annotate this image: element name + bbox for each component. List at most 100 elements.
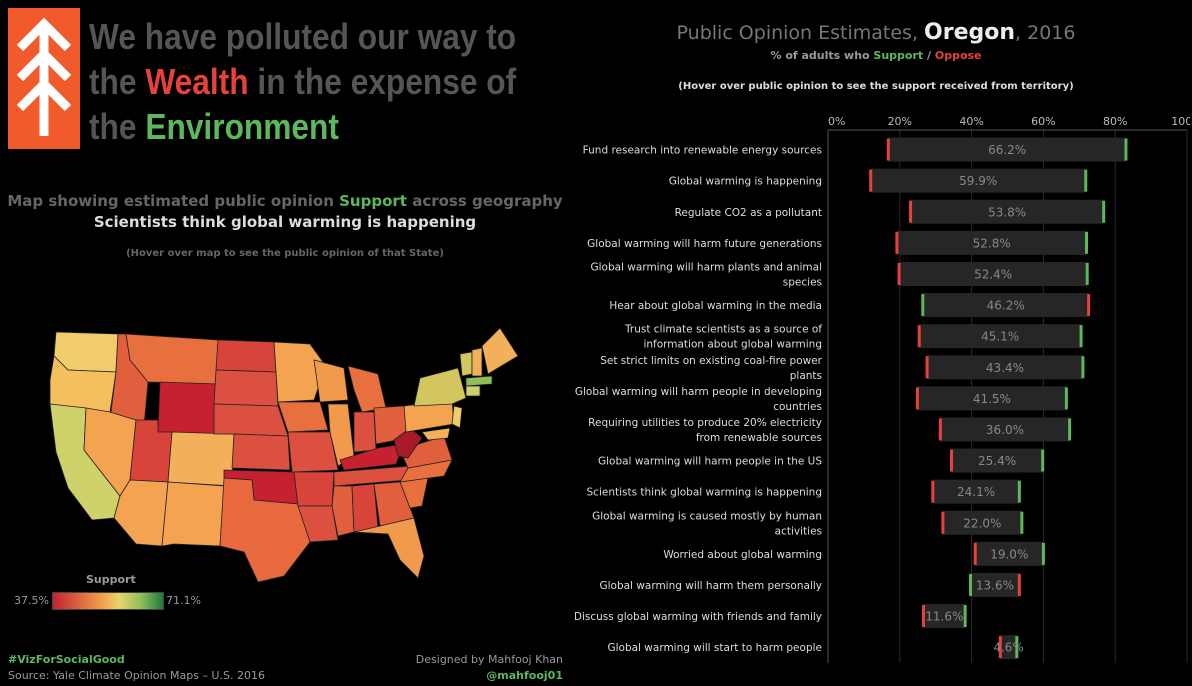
tree-logo-icon [8,8,80,149]
map-state-wyoming[interactable] [157,381,217,435]
chart-subtitle-text: % of adults who [770,49,874,62]
support-marker[interactable] [1079,325,1083,348]
map-state-arkansas[interactable] [293,471,335,507]
support-marker[interactable] [1064,387,1068,410]
gap-value-label: 41.5% [973,392,1011,406]
headline-line-3: the Environment [89,104,516,149]
map-state-missouri[interactable] [287,431,339,473]
map-state-new-jersey[interactable] [451,405,463,429]
support-marker[interactable] [1102,200,1106,223]
map-hover-note: (Hover over map to see the public opinio… [126,248,444,259]
map-state-maine[interactable] [481,327,519,375]
row-label: Worried about global warming [663,549,822,561]
chart-subtitle-oppose: Oppose [934,49,982,62]
gap-value-label: 19.0% [990,547,1028,561]
legend-max: 71.1% [166,594,201,607]
map-state-new-hampshire[interactable] [471,347,483,377]
headline-environment: Environment [145,106,339,147]
row-label: from renewable sources [696,432,822,444]
row-label: plants [790,370,822,382]
support-marker[interactable] [1084,231,1088,254]
support-marker[interactable] [1020,511,1024,534]
opinion-bar-chart[interactable]: 0% 20% 40% 60% 80% 100% 66.2% Fund research int… [575,106,1190,668]
chart-subtitle-support: Support [873,49,924,62]
oppose-marker[interactable] [973,542,977,565]
map-state-connecticut[interactable] [465,385,481,397]
designer-handle[interactable]: @mahfooj01 [380,669,563,682]
row-label: Trust climate scientists as a source of [624,324,822,336]
oppose-marker[interactable] [897,262,901,285]
map-state-vermont[interactable] [459,351,473,377]
map-state-kansas[interactable] [231,433,291,471]
map-state-michigan[interactable] [347,365,387,413]
row-label: Global warming will harm plants and anim… [590,261,822,273]
map-state-alabama[interactable] [351,483,379,533]
oppose-marker[interactable] [925,356,929,379]
oppose-marker[interactable] [915,387,919,410]
x-tick-label: 20% [888,115,912,128]
row-label: Global warming will harm them personally [599,580,822,592]
support-marker[interactable] [1085,262,1089,285]
headline-wealth: Wealth [145,61,249,102]
gap-value-label: 59.9% [959,174,997,188]
support-marker[interactable] [969,573,973,596]
x-tick-label: 40% [959,115,983,128]
us-choropleth-map[interactable] [48,320,528,590]
map-state-new-mexico[interactable] [161,481,225,547]
oppose-marker[interactable] [869,169,873,192]
map-state-indiana[interactable] [353,411,377,453]
map-state-nebraska[interactable] [213,403,289,437]
oppose-marker[interactable] [949,449,953,472]
gap-value-label: 24.1% [957,485,995,499]
oppose-marker[interactable] [886,138,890,161]
legend-color-ramp [52,592,164,610]
chart-title-text: , 2016 [1015,22,1076,44]
oppose-marker[interactable] [938,418,942,441]
row-label: information about global warming [643,339,822,351]
gap-value-label: 46.2% [987,299,1025,313]
row-label: species [783,276,822,288]
chart-hover-note: (Hover over public opinion to see the su… [678,81,1074,92]
gap-value-label: 53.8% [988,205,1026,219]
map-question: Scientists think global warming is happe… [93,213,477,231]
gap-value-label: 43.4% [986,361,1024,375]
oppose-marker[interactable] [931,480,935,503]
support-marker[interactable] [1017,480,1021,503]
hashtag: #VizForSocialGood [8,653,125,666]
map-state-south-dakota[interactable] [213,369,279,407]
support-marker[interactable] [1041,449,1045,472]
support-marker[interactable] [963,605,967,628]
map-state-north-dakota[interactable] [215,339,277,373]
support-marker[interactable] [1081,356,1085,379]
gap-value-label: 22.0% [963,516,1001,530]
row-label: Requiring utilities to produce 20% elect… [588,417,822,429]
oppose-marker[interactable] [1087,294,1091,317]
row-label: Set strict limits on existing coal-fire … [600,355,822,367]
oppose-marker[interactable] [895,231,899,254]
row-label: Regulate CO2 as a pollutant [675,207,822,219]
row-label: countries [773,401,822,413]
chart-subtitle: % of adults who Support / Oppose [600,49,1152,62]
headline: We have polluted our way to the Wealth i… [89,14,516,149]
map-state-new-york[interactable] [413,367,467,407]
support-marker[interactable] [1068,418,1072,441]
legend-title: Support [86,573,136,586]
row-label: Hear about global warming in the media [609,300,822,312]
oppose-marker[interactable] [917,325,921,348]
support-marker[interactable] [921,294,925,317]
oppose-marker[interactable] [1017,573,1021,596]
map-state-massachusetts[interactable] [465,375,493,387]
support-marker[interactable] [1084,169,1088,192]
gap-value-label: 52.8% [973,236,1011,250]
map-state-maryland[interactable] [421,427,451,441]
support-marker[interactable] [1041,542,1045,565]
gap-value-label: 45.1% [981,330,1019,344]
oppose-marker[interactable] [909,200,913,223]
gap-value-label: 13.6% [976,578,1014,592]
support-marker[interactable] [1124,138,1128,161]
map-state-wisconsin[interactable] [313,359,349,403]
chart-title-state[interactable]: Oregon [924,20,1015,45]
oppose-marker[interactable] [941,511,945,534]
legend-min: 37.5% [14,594,49,607]
row-label: Global warming will start to harm people [607,642,822,654]
